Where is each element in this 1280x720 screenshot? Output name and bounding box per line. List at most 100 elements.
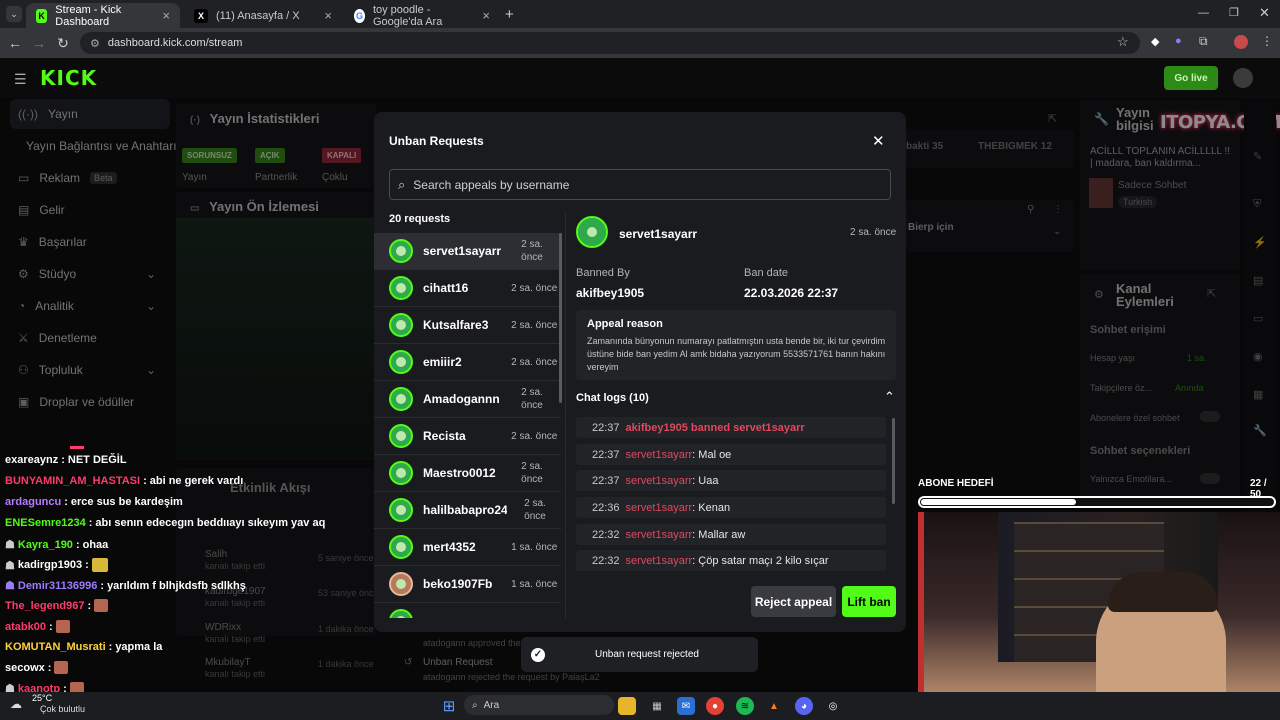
request-list-item[interactable]: cihatt16 2 sa. önce	[374, 270, 561, 307]
close-icon[interactable]: ×	[162, 8, 170, 23]
spotify-icon[interactable]: ≋	[736, 697, 754, 715]
kick-icon: K	[36, 8, 48, 23]
appeal-reason-label: Appeal reason	[587, 318, 663, 330]
reload-icon[interactable]: ↻	[53, 33, 73, 53]
requests-count: 20 requests	[389, 213, 451, 225]
forward-icon[interactable]: →	[29, 33, 49, 53]
request-list-item[interactable]: mert4352 1 sa. önce	[374, 529, 561, 566]
appeal-reason-text: Zamanında bünyonun numarayı patlatmıştın…	[587, 336, 886, 372]
back-icon[interactable]: ←	[5, 33, 25, 53]
kick-logo[interactable]: KICK	[40, 66, 97, 90]
mail-icon[interactable]: ✉	[677, 697, 695, 715]
request-list-scrollbar[interactable]	[559, 233, 562, 403]
request-list-item[interactable]: emiiir2 2 sa. önce	[374, 344, 561, 381]
tab-title: (11) Anasayfa / X	[216, 9, 300, 22]
chat-overlay-line: ENESemre1234: abı senın edecegın beddııay…	[5, 517, 326, 529]
ban-date-label: Ban date	[744, 267, 789, 279]
banned-by-value: akifbey1905	[576, 286, 645, 300]
chat-overlay-line: exareaynz: NET DEĞİL	[5, 454, 127, 466]
avatar	[389, 276, 413, 300]
sub-goal-progress-fill	[921, 499, 1076, 505]
maximize-button[interactable]: ❐	[1229, 6, 1239, 19]
request-list-item[interactable]: Amadogannn 2 sa. önce	[374, 381, 561, 418]
weather-desc: Çok bulutlu	[40, 704, 86, 714]
close-icon[interactable]: ×	[324, 8, 332, 23]
site-info-icon[interactable]: ⚙	[90, 37, 100, 50]
chat-logs-label: Chat logs (10)	[576, 392, 649, 404]
extension-icon[interactable]: ●	[1175, 35, 1182, 47]
new-tab-button[interactable]: +	[505, 6, 514, 23]
emote-icon	[54, 661, 69, 674]
emote-icon	[55, 620, 70, 633]
chat-log-row: 22:36 servet1sayarr: Kenan	[576, 497, 886, 518]
tab-kick-dashboard[interactable]: K Stream - Kick Dashboard ×	[26, 3, 180, 28]
close-icon[interactable]: ✕	[872, 132, 885, 150]
request-list-item[interactable]: Recista 2 sa. önce	[374, 418, 561, 455]
extension-icon[interactable]: ◆	[1151, 35, 1159, 48]
tab-list-button[interactable]: ⌄	[6, 6, 22, 22]
x-icon: X	[194, 8, 208, 23]
app-header	[0, 58, 1280, 98]
avatar	[389, 498, 413, 522]
go-live-button[interactable]: Go live	[1164, 66, 1218, 90]
chevron-up-icon[interactable]: ⌃	[884, 389, 895, 405]
chat-log-row: 22:37 akifbey1905 banned servet1sayarr	[576, 417, 886, 438]
puzzle-icon[interactable]: ⧉	[1199, 34, 1208, 49]
avatar	[389, 535, 413, 559]
weather-temp[interactable]: 25°C	[32, 693, 52, 703]
avatar	[389, 313, 413, 337]
windows-start-icon[interactable]: ⊞	[440, 697, 458, 715]
request-list-item[interactable]: Kutsalfare3 2 sa. önce	[374, 307, 561, 344]
tab-google[interactable]: G toy poodle - Google'da Ara ×	[344, 3, 500, 28]
user-avatar[interactable]	[1233, 68, 1253, 88]
address-bar[interactable]: ⚙ dashboard.kick.com/stream	[80, 32, 1140, 54]
chat-logs-scrollbar[interactable]	[892, 418, 895, 504]
menu-icon[interactable]: ⋮	[1261, 34, 1273, 48]
profile-avatar[interactable]	[1234, 35, 1248, 49]
reject-appeal-button[interactable]: Reject appeal	[751, 586, 836, 617]
close-icon[interactable]: ×	[482, 8, 490, 23]
avatar	[389, 387, 413, 411]
tab-title: Stream - Kick Dashboard	[55, 3, 122, 28]
search-icon: ⌕	[472, 699, 478, 711]
detail-time: 2 sa. önce	[850, 227, 897, 238]
check-circle-icon: ✓	[531, 647, 545, 662]
modal-title: Unban Requests	[389, 134, 484, 148]
app-icon[interactable]: ▲	[765, 697, 783, 715]
chat-overlay-line: ☗ Demir31136996: yarıldım f blhjkdsfb sdlk…	[5, 579, 246, 593]
file-explorer-icon[interactable]	[618, 697, 636, 715]
discord-icon[interactable]: ◕	[795, 697, 813, 715]
avatar	[389, 239, 413, 263]
taskbar-search[interactable]: ⌕ Ara	[464, 695, 614, 715]
avatar	[576, 216, 608, 248]
request-list-item[interactable]: halilbabapro24 2 sa. önce	[374, 492, 561, 529]
hamburger-icon[interactable]: ☰	[14, 71, 27, 88]
banned-by-label: Banned By	[576, 267, 630, 279]
request-list-item[interactable]: servet1sayarr 2 sa. önce	[374, 233, 561, 270]
tab-x[interactable]: X (11) Anasayfa / X ×	[184, 3, 342, 28]
search-icon: ⌕	[398, 176, 406, 192]
chat-overlay-line: secowx:	[5, 661, 69, 674]
emote-icon	[91, 558, 108, 572]
store-icon[interactable]: ▦	[648, 697, 666, 715]
request-list-item[interactable]: beko1907Fb 1 sa. önce	[374, 566, 561, 603]
obs-icon[interactable]: ◎	[824, 697, 842, 715]
badge-icon: ☗	[5, 559, 15, 572]
avatar	[389, 572, 413, 596]
search-appeals-input[interactable]: ⌕ Search appeals by username	[389, 169, 891, 200]
detail-username: servet1sayarr	[619, 227, 698, 241]
chrome-icon[interactable]: ●	[706, 697, 724, 715]
bookmark-star-icon[interactable]: ☆	[1117, 34, 1129, 50]
chat-overlay-line: ardaguncu: erce sus be kardeşim	[5, 496, 183, 508]
url-text: dashboard.kick.com/stream	[107, 37, 243, 49]
chat-overlay-line: The_legend967:	[5, 599, 109, 612]
lift-ban-button[interactable]: Lift ban	[842, 586, 896, 617]
request-list-item[interactable]: Maestro0012 2 sa. önce	[374, 455, 561, 492]
close-window-button[interactable]: ✕	[1259, 5, 1270, 21]
ban-date-value: 22.03.2026 22:37	[744, 286, 839, 300]
avatar	[389, 350, 413, 374]
chat-overlay-line: ☗ kadirgp1903:	[5, 558, 108, 572]
chat-log-row: 22:32 servet1sayarr: Çöp satar maçı 2 kil…	[576, 550, 886, 571]
google-icon: G	[354, 8, 365, 23]
minimize-button[interactable]: —	[1198, 7, 1209, 19]
